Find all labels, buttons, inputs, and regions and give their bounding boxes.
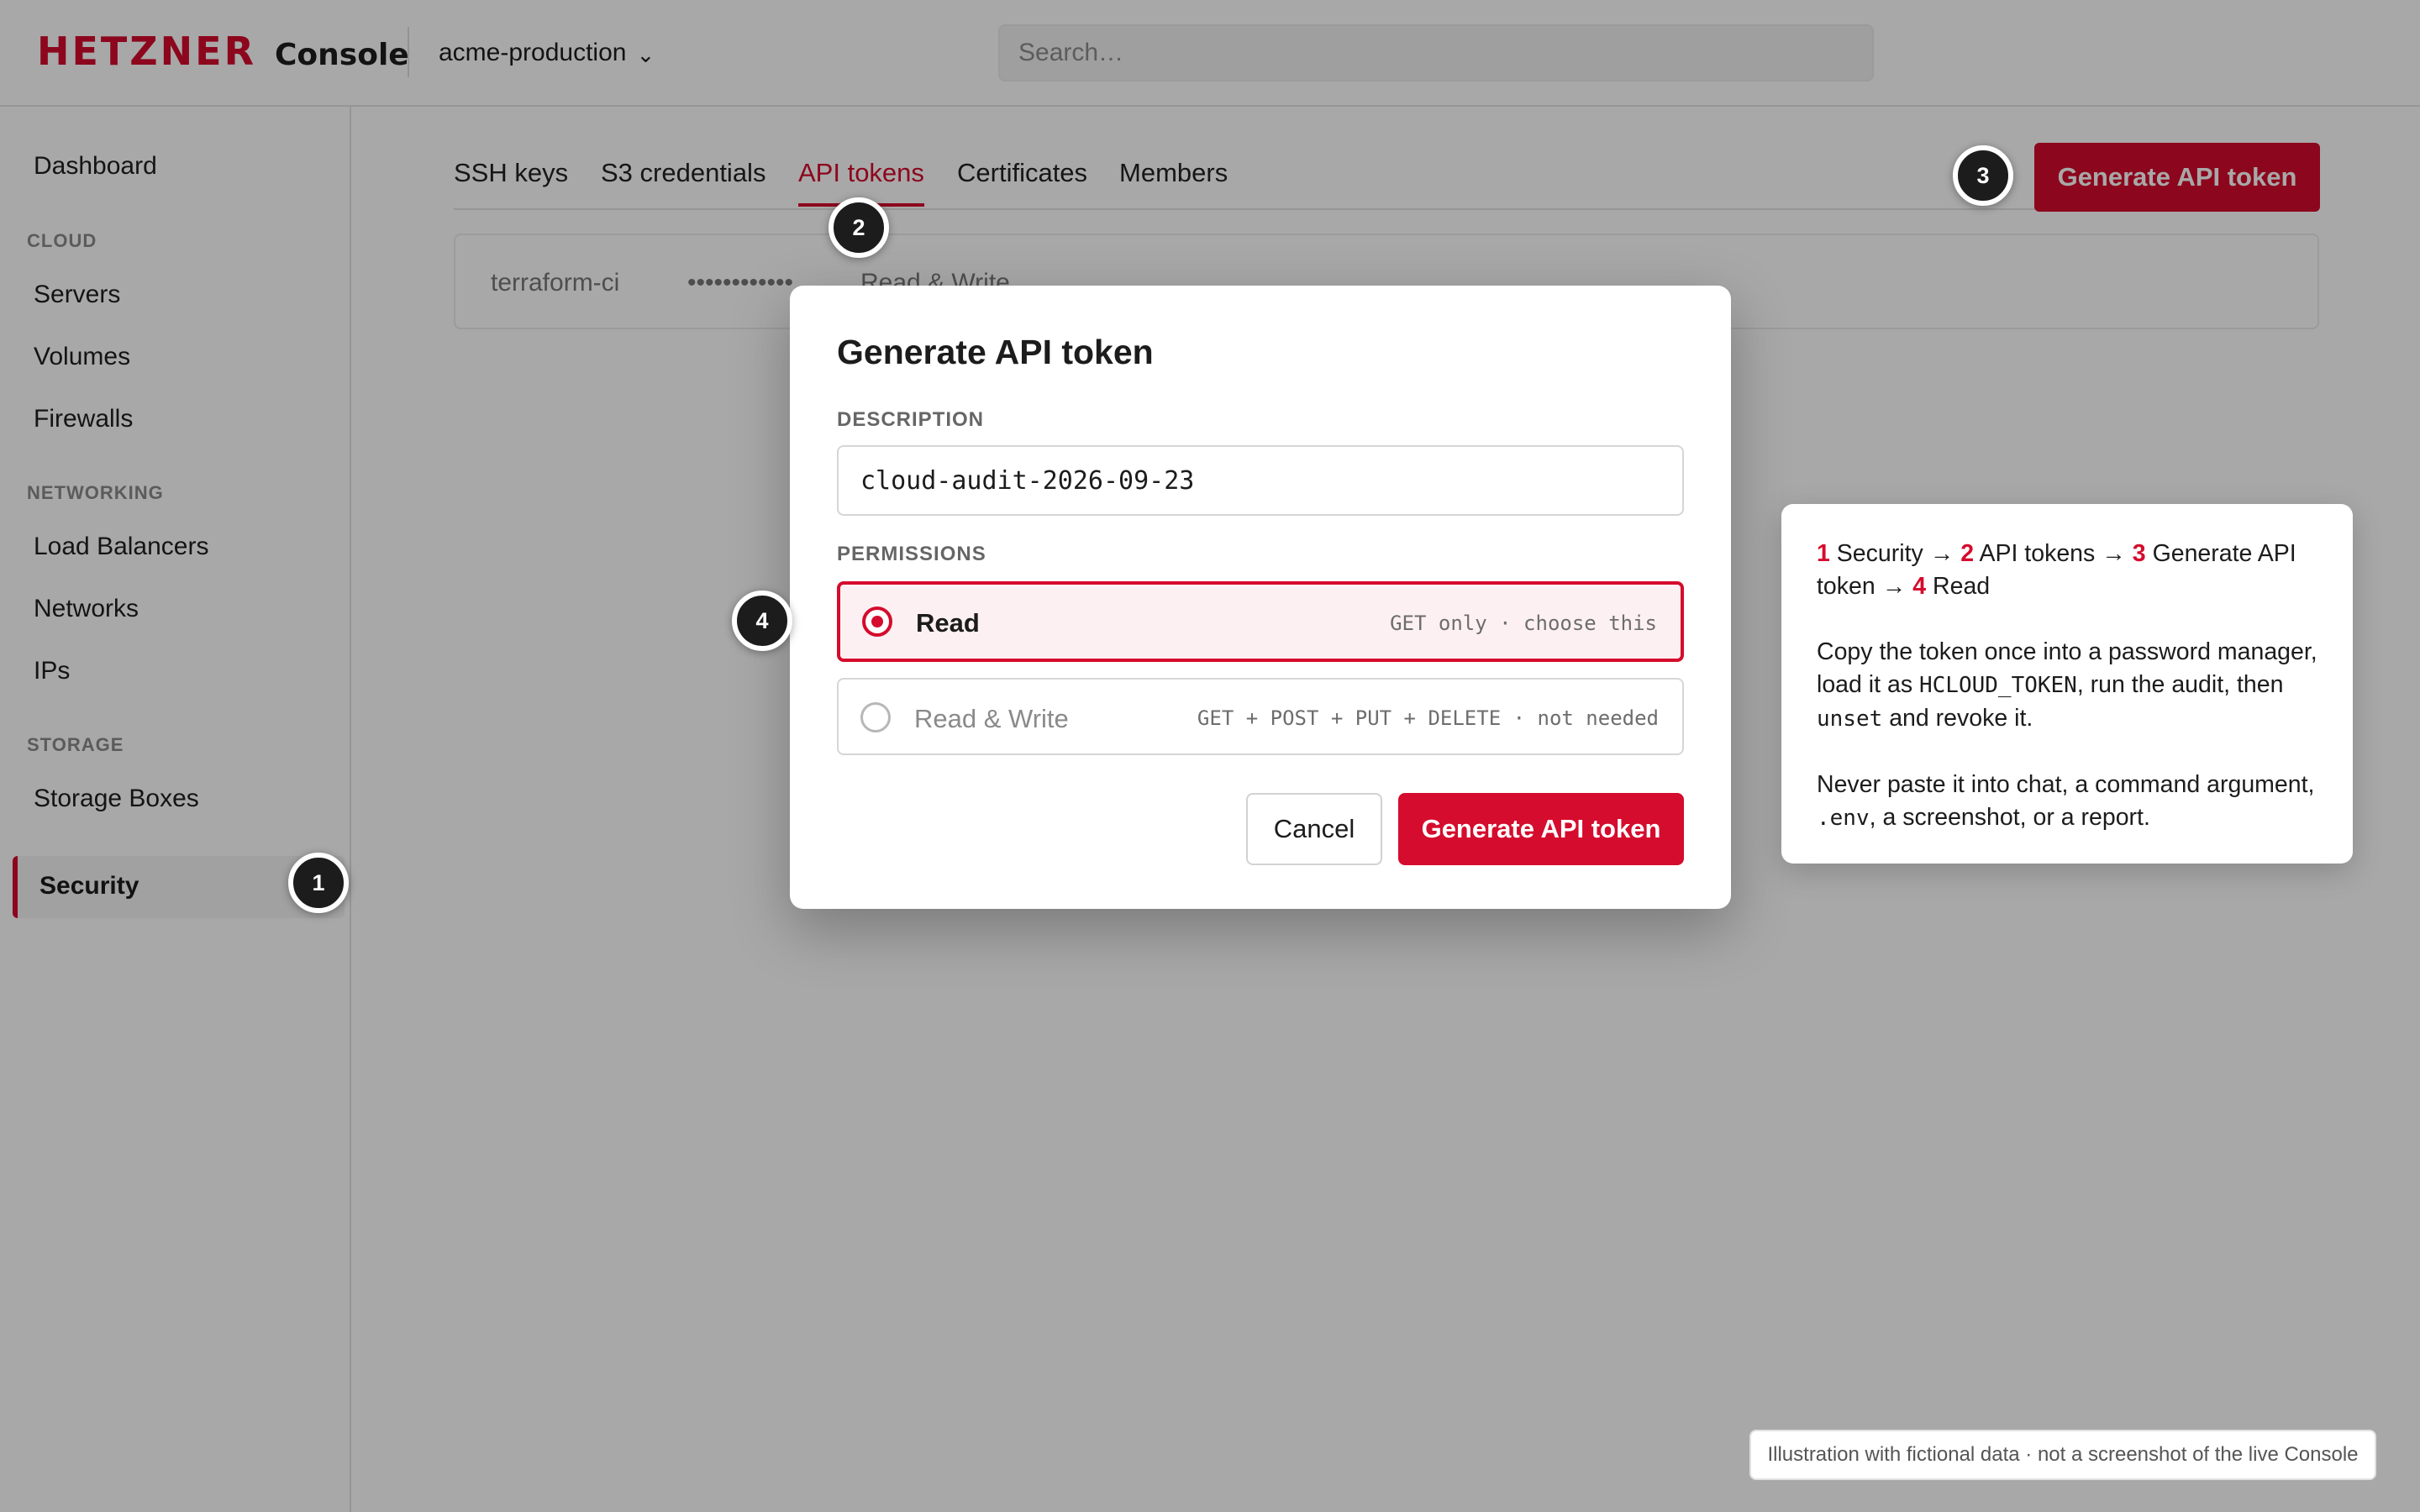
step-number: 1 (1817, 540, 1830, 567)
callout-text: , run the audit, then (2076, 671, 2284, 698)
step-marker-4: 4 (732, 591, 792, 651)
env-var-name: HCLOUD_TOKEN (1919, 673, 2077, 698)
unset-command: unset (1817, 706, 1883, 732)
radio-selected-icon[interactable] (862, 606, 892, 637)
step-marker-1: 1 (288, 853, 349, 913)
arrow-right-icon: → (1929, 540, 1954, 567)
callout-warning: Never paste it into chat, a command argu… (1817, 769, 2317, 835)
step-number: 4 (1912, 573, 1927, 600)
cancel-button[interactable]: Cancel (1246, 793, 1382, 865)
arrow-right-icon: → (1881, 573, 1907, 600)
step-marker-2: 2 (829, 197, 889, 258)
callout-instructions: Copy the token once into a password mana… (1817, 636, 2317, 736)
callout-text: and revoke it. (1882, 705, 2033, 732)
dialog-title: Generate API token (837, 333, 1154, 371)
description-label: DESCRIPTION (837, 408, 985, 431)
step-text: Security (1836, 540, 1923, 567)
illustration-disclaimer: Illustration with fictional data · not a… (1749, 1430, 2376, 1480)
env-file-name: .env (1817, 806, 1870, 831)
permission-hint: GET only · choose this (1390, 612, 1657, 635)
step-marker-3: 3 (1953, 145, 2013, 206)
permission-option-read-write[interactable]: Read & Write GET + POST + PUT + DELETE ·… (837, 678, 1684, 755)
instructions-callout: 1 Security → 2 API tokens → 3 Generate API t… (1781, 504, 2353, 864)
step-text: API tokens (1979, 540, 2096, 567)
callout-steps: 1 Security → 2 API tokens → 3 Generate API t… (1817, 538, 2317, 603)
step-number: 2 (1960, 540, 1975, 567)
step-text: Read (1933, 573, 1991, 600)
callout-text: Never paste it into chat, a command argu… (1817, 771, 2315, 798)
generate-token-dialog: Generate API token DESCRIPTION PERMISSIO… (790, 286, 1731, 909)
permissions-label: PERMISSIONS (837, 543, 986, 565)
radio-unselected-icon[interactable] (860, 702, 891, 732)
arrow-right-icon: → (2102, 540, 2126, 567)
permission-option-read[interactable]: Read GET only · choose this (837, 581, 1684, 662)
permission-label: Read (916, 608, 980, 638)
permission-hint: GET + POST + PUT + DELETE · not needed (1197, 706, 1659, 730)
generate-token-submit-button[interactable]: Generate API token (1398, 793, 1684, 865)
description-field[interactable] (837, 445, 1684, 516)
callout-text: , a screenshot, or a report. (1869, 804, 2150, 831)
step-number: 3 (2132, 540, 2146, 567)
permission-label: Read & Write (914, 704, 1069, 733)
